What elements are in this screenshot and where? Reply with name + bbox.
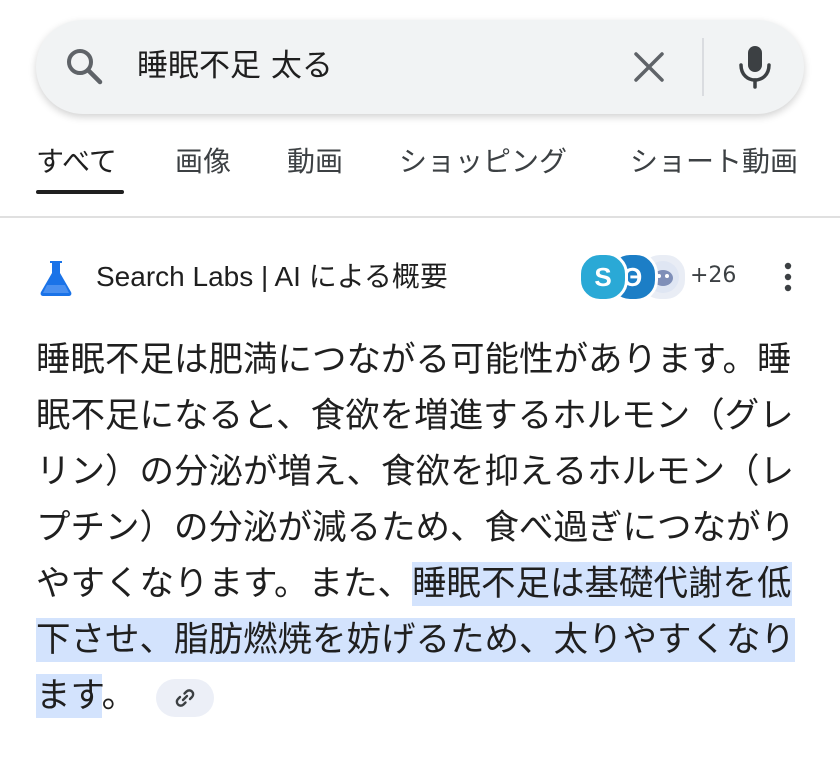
- summary-end: 。: [101, 676, 137, 716]
- active-tab-indicator: [36, 190, 124, 194]
- more-vert-icon[interactable]: [783, 262, 793, 296]
- search-results-page: 睡眠不足 太る すべて 画像 動画 ショッピング ショート動画 Search L…: [0, 0, 840, 765]
- source-avatar[interactable]: S: [578, 252, 628, 302]
- citation-link-button[interactable]: [156, 678, 215, 717]
- tab-short-videos[interactable]: ショート動画: [630, 140, 798, 184]
- tab-videos[interactable]: 動画: [287, 140, 343, 184]
- ai-overview-title: Search Labs | AI による概要: [96, 261, 448, 292]
- search-divider: [702, 38, 704, 96]
- search-input[interactable]: 睡眠不足 太る: [137, 44, 333, 88]
- tab-images[interactable]: 画像: [175, 140, 231, 184]
- search-tabs: すべて 画像 動画 ショッピング ショート動画: [0, 140, 840, 200]
- source-avatars[interactable]: S Э: [578, 252, 688, 302]
- source-count[interactable]: +26: [690, 260, 736, 292]
- tab-all[interactable]: すべて: [36, 140, 117, 184]
- mic-icon[interactable]: [737, 44, 773, 94]
- ai-overview-summary: 睡眠不足は肥満につながる可能性があります。睡眠不足になると、食欲を増進するホルモ…: [36, 332, 806, 724]
- search-icon[interactable]: [64, 46, 104, 90]
- tab-shopping[interactable]: ショッピング: [399, 140, 567, 184]
- link-icon: [175, 688, 195, 707]
- labs-flask-icon: [36, 258, 76, 302]
- tabs-divider: [0, 216, 840, 218]
- clear-icon[interactable]: [632, 50, 666, 88]
